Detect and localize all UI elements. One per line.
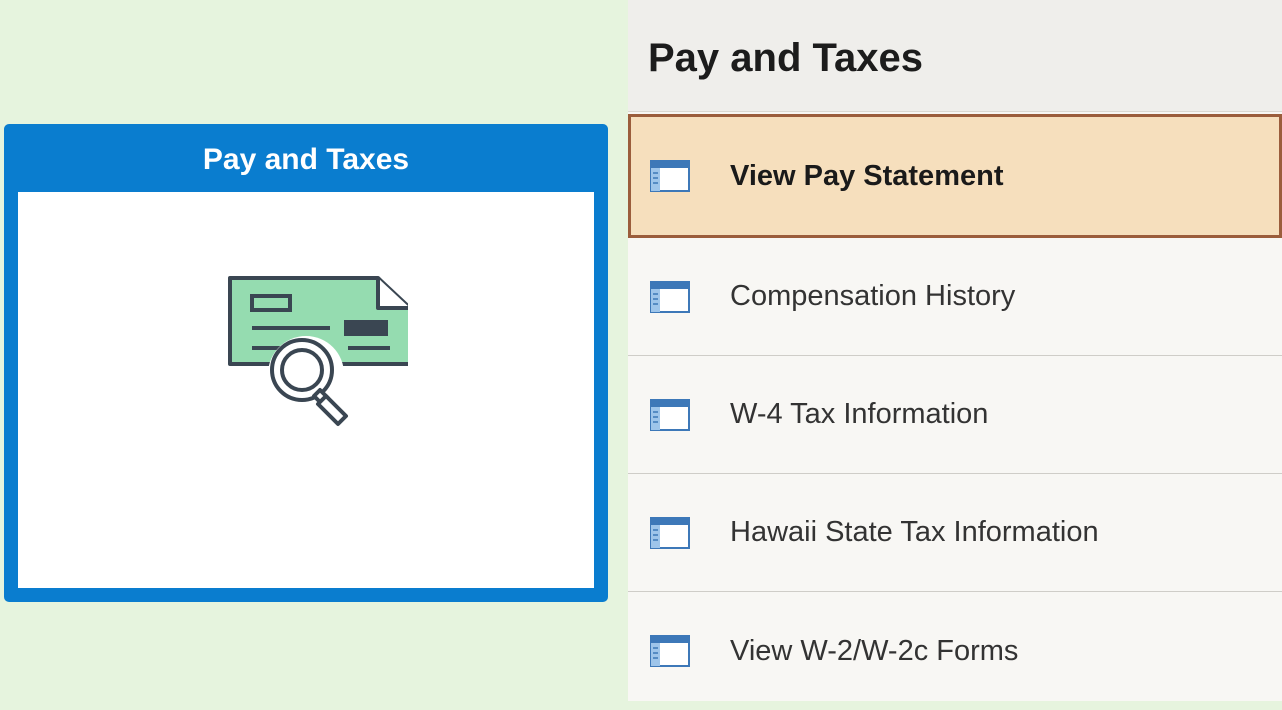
paycheck-magnifier-icon xyxy=(228,276,408,426)
page-icon xyxy=(650,398,690,431)
menu-item-view-w2-forms[interactable]: View W-2/W-2c Forms xyxy=(628,592,1282,710)
panel-title: Pay and Taxes xyxy=(648,36,923,80)
menu-list: View Pay Statement Compensation History xyxy=(628,114,1282,710)
page-icon xyxy=(650,160,690,192)
page-icon xyxy=(650,635,690,667)
panel-header: Pay and Taxes xyxy=(628,0,1282,112)
menu-item-label: Hawaii State Tax Information xyxy=(730,516,1099,548)
tile-body xyxy=(18,192,594,588)
pay-and-taxes-tile[interactable]: Pay and Taxes xyxy=(4,124,608,602)
page-icon xyxy=(650,280,690,313)
menu-item-label: View Pay Statement xyxy=(730,159,1004,192)
menu-item-w4-tax-information[interactable]: W-4 Tax Information xyxy=(628,356,1282,474)
menu-item-label: W-4 Tax Information xyxy=(730,398,989,430)
page-icon xyxy=(650,516,690,549)
menu-item-hawaii-state-tax-information[interactable]: Hawaii State Tax Information xyxy=(628,474,1282,592)
menu-item-compensation-history[interactable]: Compensation History xyxy=(628,238,1282,356)
menu-item-view-pay-statement[interactable]: View Pay Statement xyxy=(628,114,1282,238)
pay-and-taxes-panel: Pay and Taxes View Pay Statement Compens… xyxy=(628,0,1282,701)
menu-item-label: Compensation History xyxy=(730,280,1016,312)
tile-title: Pay and Taxes xyxy=(202,143,410,176)
menu-item-label: View W-2/W-2c Forms xyxy=(730,634,1019,667)
